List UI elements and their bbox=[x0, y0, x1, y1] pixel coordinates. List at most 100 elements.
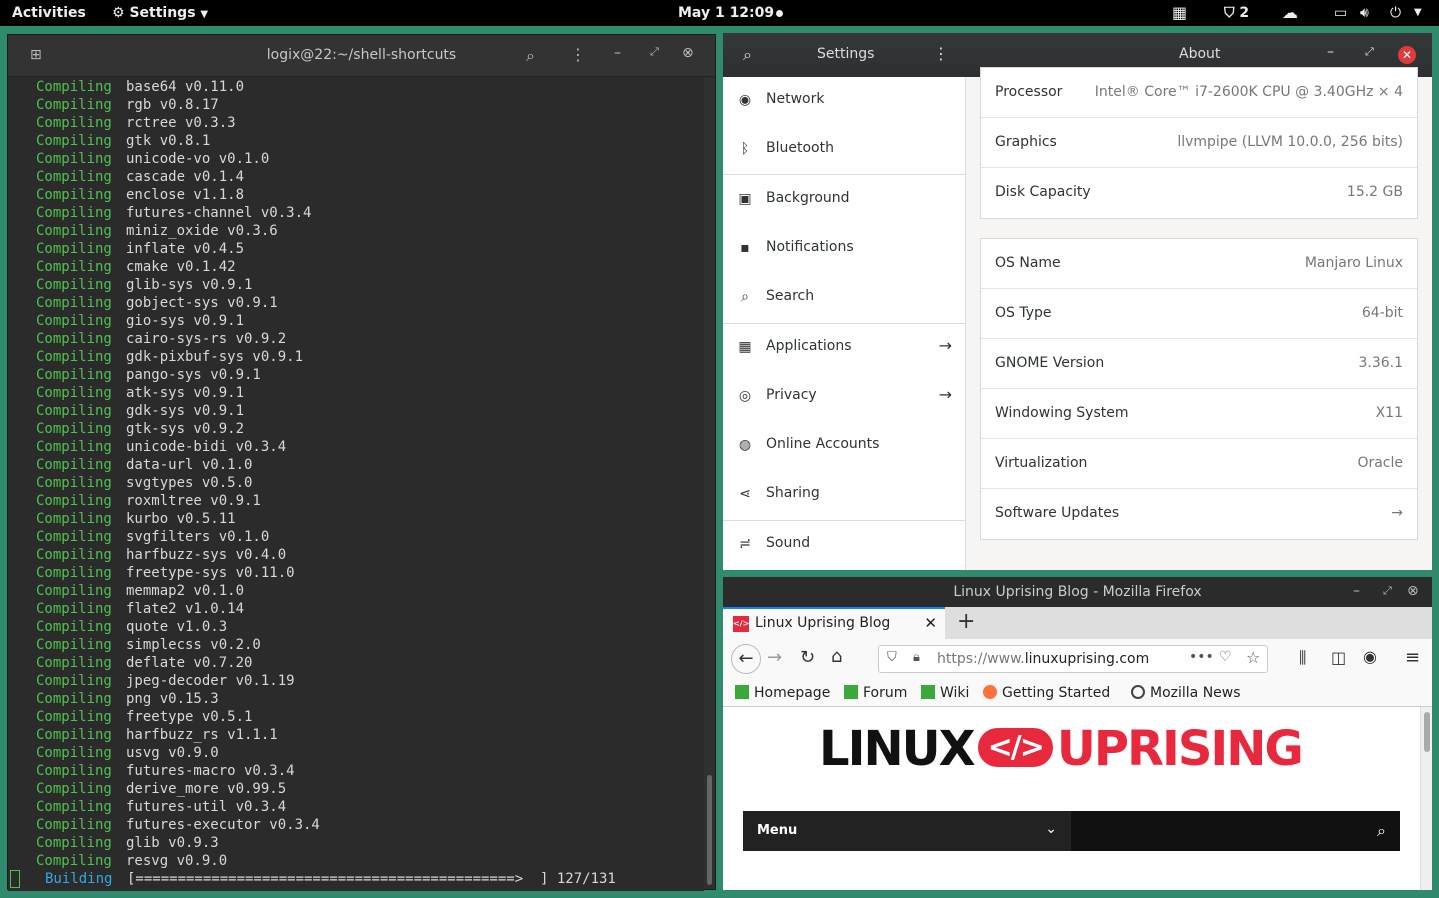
terminal-line: Compiling kurbo v0.5.11 bbox=[36, 510, 236, 528]
terminal-line: Compiling base64 v0.11.0 bbox=[36, 78, 244, 96]
close-icon[interactable]: ✕ bbox=[1398, 46, 1416, 64]
tab-linux-uprising[interactable]: </> Linux Uprising Blog ✕ bbox=[723, 607, 945, 639]
crate-name: gtk v0.8.1 bbox=[126, 133, 211, 149]
bookmark-homepage[interactable]: Homepage bbox=[735, 685, 830, 701]
tracking-shield-icon[interactable]: ⛉ bbox=[887, 650, 897, 665]
sidebar-icon[interactable]: ◫ bbox=[1331, 648, 1346, 667]
workspace-grid-icon[interactable]: ▦ bbox=[1172, 0, 1187, 26]
volume-icon[interactable]: 🔊︎ bbox=[1360, 0, 1369, 26]
shield-indicator[interactable]: ⛉ 2 bbox=[1224, 0, 1249, 26]
sidebar-item-online-accounts[interactable]: ◍ Online Accounts bbox=[723, 422, 966, 471]
terminal-line: Compiling rctree v0.3.3 bbox=[36, 114, 236, 132]
page-actions-icon[interactable]: ••• bbox=[1189, 649, 1214, 665]
compiling-keyword: Compiling bbox=[36, 133, 112, 149]
activities-button[interactable]: Activities bbox=[12, 0, 86, 26]
terminal-line: Compiling memmap2 v0.1.0 bbox=[36, 582, 244, 600]
menu-icon[interactable]: ⋮ bbox=[570, 45, 586, 64]
maximize-icon[interactable]: ⤢ bbox=[1365, 45, 1374, 59]
info-row-software-updates[interactable]: Software Updates → bbox=[981, 489, 1417, 539]
terminal-line: Compiling svgfilters v0.1.0 bbox=[36, 528, 269, 546]
terminal-line: Compiling flate2 v1.0.14 bbox=[36, 600, 244, 618]
bookmark-forum[interactable]: Forum bbox=[844, 685, 907, 701]
terminal-scrollbar[interactable] bbox=[707, 775, 712, 885]
applications-icon: ▦ bbox=[738, 339, 752, 355]
bookmark-getting-started[interactable]: Getting Started bbox=[983, 685, 1110, 701]
bookmark-label: Homepage bbox=[754, 685, 831, 701]
lock-icon[interactable]: 🔒︎ bbox=[913, 650, 920, 665]
crate-name: glib-sys v0.9.1 bbox=[126, 277, 253, 293]
terminal-line: Compiling enclose v1.1.8 bbox=[36, 186, 244, 204]
page-scrollbar[interactable] bbox=[1420, 707, 1432, 890]
terminal-header: ⊞ logix@22:~/shell-shortcuts ⌕ ⋮ – ⤢ ⊗ bbox=[8, 35, 715, 77]
bookmark-wiki[interactable]: Wiki bbox=[921, 685, 969, 701]
sidebar-item-bluetooth[interactable]: ᛒ Bluetooth bbox=[723, 126, 966, 175]
info-key: OS Name bbox=[995, 255, 1061, 271]
close-icon[interactable]: ⊗ bbox=[682, 45, 694, 61]
menu-icon[interactable]: ⋮ bbox=[933, 44, 949, 63]
system-menu-caret-icon[interactable]: ▼ bbox=[1414, 0, 1422, 26]
hamburger-menu-icon[interactable]: ≡ bbox=[1405, 647, 1420, 668]
pocket-icon[interactable]: ♡ bbox=[1219, 649, 1232, 665]
top-bar: Activities ⚙ Settings ▼ May 1 12:09 ▦ ⛉ … bbox=[0, 0, 1439, 26]
url-bar[interactable]: ⛉ 🔒︎ https://www.linuxuprising.com ••• ♡… bbox=[878, 645, 1268, 673]
crate-name: rgb v0.8.17 bbox=[126, 97, 219, 113]
home-icon[interactable]: ⌂ bbox=[831, 646, 842, 667]
tab-close-icon[interactable]: ✕ bbox=[924, 614, 937, 632]
back-icon[interactable]: ← bbox=[731, 644, 761, 674]
bluetooth-icon: ᛒ bbox=[740, 141, 750, 157]
firefox-icon bbox=[983, 685, 997, 699]
sharing-icon: ⋖ bbox=[739, 486, 751, 502]
bookmark-star-icon[interactable]: ☆ bbox=[1246, 648, 1260, 667]
close-icon[interactable]: ⊗ bbox=[1407, 583, 1419, 599]
display-icon[interactable]: ▭ bbox=[1334, 0, 1347, 26]
site-menu-dropdown[interactable]: Menu ⌄ bbox=[743, 811, 1071, 851]
info-row-os-name: OS Name Manjaro Linux bbox=[981, 239, 1417, 289]
account-icon[interactable]: ◉ bbox=[1363, 647, 1377, 666]
sidebar-item-network[interactable]: ◉ Network bbox=[723, 77, 966, 126]
new-tab-icon[interactable]: + bbox=[957, 609, 975, 634]
terminal-line: Compiling gobject-sys v0.9.1 bbox=[36, 294, 278, 312]
settings-window: ⌕ Settings ⋮ About – ⤢ ✕ ◉ Network ᛒ Blueto… bbox=[723, 33, 1432, 570]
sidebar-item-sharing[interactable]: ⋖ Sharing bbox=[723, 471, 966, 520]
sidebar-item-notifications[interactable]: ▪ Notifications bbox=[723, 225, 966, 274]
search-icon[interactable]: ⌕ bbox=[743, 45, 752, 65]
crate-name: freetype v0.5.1 bbox=[126, 709, 253, 725]
bookmark-mozilla-news[interactable]: Mozilla News bbox=[1131, 685, 1241, 701]
minimize-icon[interactable]: – bbox=[614, 45, 621, 61]
maximize-icon[interactable]: ⤢ bbox=[1383, 584, 1392, 598]
sidebar-item-search[interactable]: ⌕ Search bbox=[723, 274, 966, 323]
os-card: OS Name Manjaro Linux OS Type 64-bit GNOME V… bbox=[980, 238, 1418, 540]
sidebar-item-privacy[interactable]: ◎ Privacy → bbox=[723, 373, 966, 422]
site-logo[interactable]: LINUX </> UPRISING bbox=[819, 721, 1304, 777]
info-value: 64-bit bbox=[1361, 305, 1403, 321]
reload-icon[interactable]: ↻ bbox=[800, 647, 815, 668]
cloud-icon[interactable]: ☁ bbox=[1282, 0, 1298, 26]
forward-icon[interactable]: → bbox=[767, 647, 782, 668]
compiling-keyword: Compiling bbox=[36, 151, 112, 167]
settings-app-menu[interactable]: ⚙ Settings ▼ bbox=[112, 0, 208, 26]
sidebar-item-sound[interactable]: ≓ Sound bbox=[723, 521, 966, 570]
crate-name: svgtypes v0.5.0 bbox=[126, 475, 253, 491]
compiling-keyword: Compiling bbox=[36, 601, 112, 617]
gear-icon: ⚙ bbox=[112, 5, 125, 21]
compiling-keyword: Compiling bbox=[36, 403, 112, 419]
sidebar-item-background[interactable]: ▣ Background bbox=[723, 176, 966, 225]
crate-name: png v0.15.3 bbox=[126, 691, 219, 707]
crate-name: roxmltree v0.9.1 bbox=[126, 493, 261, 509]
sidebar-item-applications[interactable]: ▦ Applications → bbox=[723, 324, 966, 373]
clock[interactable]: May 1 12:09 bbox=[678, 0, 774, 26]
minimize-icon[interactable]: – bbox=[1327, 44, 1334, 60]
maximize-icon[interactable]: ⤢ bbox=[650, 45, 659, 59]
crate-name: unicode-bidi v0.3.4 bbox=[126, 439, 287, 455]
power-icon[interactable]: ⏻ bbox=[1390, 0, 1401, 26]
terminal-line: Compiling unicode-vo v0.1.0 bbox=[36, 150, 269, 168]
library-icon[interactable]: ⫼ bbox=[1299, 648, 1306, 668]
search-icon[interactable]: ⌕ bbox=[526, 46, 535, 66]
notifications-icon: ▪ bbox=[740, 240, 750, 256]
info-row-windowing-system: Windowing System X11 bbox=[981, 389, 1417, 439]
firefox-titlebar: Linux Uprising Blog - Mozilla Firefox – … bbox=[723, 577, 1432, 607]
terminal-output[interactable]: Compiling base64 v0.11.0 Compiling rgb v0.8… bbox=[8, 77, 704, 891]
site-search-icon[interactable]: ⌕ bbox=[1377, 821, 1386, 841]
minimize-icon[interactable]: – bbox=[1353, 583, 1360, 599]
chevron-down-icon: ⌄ bbox=[1045, 821, 1057, 837]
